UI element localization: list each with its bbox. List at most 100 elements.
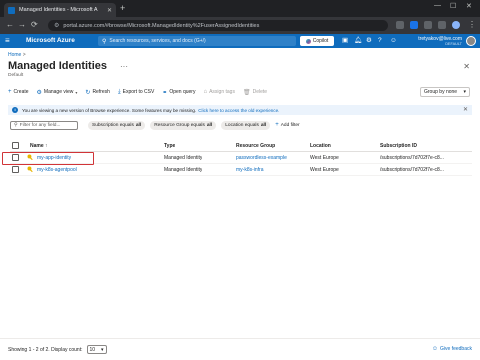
resource-group-link[interactable]: my-k8s-infra: [236, 167, 264, 173]
reload-button[interactable]: ⟳: [31, 20, 38, 30]
download-icon: ⤓: [117, 88, 121, 95]
delete-label: Delete: [252, 89, 268, 95]
filter-pill-label: Subscription equals: [92, 122, 134, 128]
assign-tags-button[interactable]: ⌂ Assign tags: [203, 89, 234, 95]
chevron-down-icon: ▾: [75, 89, 78, 95]
settings-icon[interactable]: ⚙: [366, 37, 372, 45]
info-icon: i: [12, 107, 18, 113]
filter-icon: ⚲: [14, 122, 18, 128]
display-count-select[interactable]: 10 ▾: [86, 345, 107, 354]
give-feedback-label: Give feedback: [440, 346, 472, 352]
manage-view-button[interactable]: ⚙ Manage view ▾: [37, 89, 78, 96]
add-filter-button[interactable]: + Add filter: [275, 122, 299, 128]
breadcrumb: Home >: [8, 52, 26, 58]
row-checkbox[interactable]: [12, 166, 19, 173]
browser-tab[interactable]: Managed Identities - Microsoft A ✕: [4, 3, 116, 17]
assign-tags-label: Assign tags: [209, 89, 235, 95]
filter-pill-subscription[interactable]: Subscription equals all: [88, 120, 146, 130]
copilot-icon: [305, 38, 311, 44]
feedback-person-icon[interactable]: ☺: [390, 37, 397, 45]
manage-view-label: Manage view: [43, 89, 74, 95]
dismiss-banner-icon[interactable]: ✕: [463, 106, 468, 113]
banner-text: You are viewing a new version of Browse …: [22, 107, 197, 113]
extension-icon[interactable]: [410, 21, 418, 29]
type-cell: Managed Identity: [164, 167, 203, 173]
column-header-subscription-id[interactable]: Subscription ID: [380, 143, 417, 149]
select-all-checkbox[interactable]: [12, 142, 19, 149]
add-filter-icon: +: [275, 122, 279, 128]
type-cell: Managed Identity: [164, 155, 203, 161]
plus-icon: +: [8, 89, 12, 95]
close-blade-icon[interactable]: ✕: [463, 62, 470, 71]
search-icon: ⚲: [102, 38, 107, 45]
cloud-shell-icon[interactable]: ▣: [342, 37, 348, 45]
address-bar[interactable]: ⚙ portal.azure.com/#browse/Microsoft.Man…: [48, 20, 388, 31]
highlight-box: [2, 152, 94, 165]
site-info-icon[interactable]: ⚙: [54, 22, 59, 29]
more-options-icon[interactable]: ···: [120, 62, 128, 71]
table-footer: Showing 1 - 2 of 2. Display count: 10 ▾ …: [0, 338, 480, 360]
filter-pill-location[interactable]: Location equals all: [221, 120, 271, 130]
give-feedback-link[interactable]: ☺ Give feedback: [432, 346, 472, 352]
column-header-location[interactable]: Location: [310, 143, 331, 149]
forward-button[interactable]: →: [18, 20, 26, 30]
old-experience-link[interactable]: Click here to access the old experience.: [198, 108, 279, 113]
browser-toolbar: ← → ⟳ ⚙ portal.azure.com/#browse/Microso…: [0, 17, 480, 34]
global-search-input[interactable]: ⚲ Search resources, services, and docs (…: [98, 36, 296, 46]
close-window-button[interactable]: ✕: [466, 2, 472, 10]
identity-name-link[interactable]: my-k8s-agentpool: [37, 167, 77, 173]
avatar[interactable]: [466, 36, 476, 46]
column-header-resource-group[interactable]: Resource Group: [236, 143, 275, 149]
export-csv-button[interactable]: ⤓ Export to CSV: [118, 89, 154, 96]
downloads-icon[interactable]: [438, 21, 446, 29]
address-url: portal.azure.com/#browse/Microsoft.Manag…: [63, 22, 260, 29]
main-content: Home > Managed Identities ··· Default ✕ …: [0, 48, 480, 360]
group-by-label: Group by none: [424, 89, 458, 95]
filter-input[interactable]: ⚲ Filter for any field...: [10, 120, 78, 130]
azure-brand[interactable]: Microsoft Azure: [26, 37, 75, 44]
refresh-button[interactable]: ↻ Refresh: [85, 89, 110, 96]
profile-icon[interactable]: [452, 21, 460, 29]
notifications-icon[interactable]: 🔔︎: [354, 37, 362, 45]
new-tab-button[interactable]: +: [120, 3, 125, 14]
account-info[interactable]: tretyakov@live.com DEFAULT: [418, 36, 462, 47]
browser-tab-bar: Managed Identities - Microsoft A ✕ + — ☐…: [0, 0, 480, 17]
chevron-down-icon: ▾: [463, 89, 466, 95]
filter-pill-value: all: [206, 122, 213, 128]
breadcrumb-home-link[interactable]: Home: [8, 52, 21, 58]
filter-pill-value: all: [135, 122, 142, 128]
search-placeholder: Search resources, services, and docs (G+…: [109, 38, 206, 44]
filter-pill-value: all: [260, 122, 267, 128]
column-header-type[interactable]: Type: [164, 143, 175, 149]
table-row[interactable]: my-k8s-agentpool Managed Identity my-k8s…: [10, 164, 472, 176]
extension-icon[interactable]: [396, 21, 404, 29]
copilot-button[interactable]: Copilot: [300, 36, 334, 46]
azure-top-bar: ≡ Microsoft Azure ⚲ Search resources, se…: [0, 34, 480, 48]
back-button[interactable]: ←: [6, 20, 14, 30]
delete-button[interactable]: 🗑︎ Delete: [243, 89, 267, 96]
filter-pill-resource-group[interactable]: Resource Group equals all: [150, 120, 217, 130]
refresh-label: Refresh: [92, 89, 110, 95]
resource-group-link[interactable]: passwordless-example: [236, 155, 287, 161]
filter-bar: ⚲ Filter for any field... Subscription e…: [10, 120, 300, 130]
copilot-label: Copilot: [312, 38, 329, 44]
browser-menu-icon[interactable]: ⋮: [468, 20, 476, 30]
bookmark-icon[interactable]: [424, 21, 432, 29]
open-query-label: Open query: [169, 89, 196, 95]
refresh-icon: ↻: [85, 89, 91, 96]
portal-menu-icon[interactable]: ≡: [5, 36, 10, 46]
group-by-dropdown[interactable]: Group by none ▾: [420, 87, 470, 97]
table-header: Name ↑ Type Resource Group Location Subs…: [10, 140, 472, 152]
maximize-button[interactable]: ☐: [450, 2, 456, 10]
chevron-down-icon: ▾: [100, 346, 104, 353]
managed-identity-icon: [27, 166, 33, 173]
open-query-button[interactable]: ⚭ Open query: [162, 89, 195, 96]
column-header-name[interactable]: Name ↑: [30, 143, 48, 149]
minimize-button[interactable]: —: [434, 2, 441, 9]
info-banner: i You are viewing a new version of Brows…: [8, 105, 472, 115]
close-tab-icon[interactable]: ✕: [107, 7, 112, 14]
create-button[interactable]: + Create: [8, 89, 29, 95]
help-icon[interactable]: ?: [378, 37, 382, 45]
subscription-cell: /subscriptions/7d702f7e-c8...: [380, 155, 444, 161]
breadcrumb-separator: >: [22, 52, 26, 58]
